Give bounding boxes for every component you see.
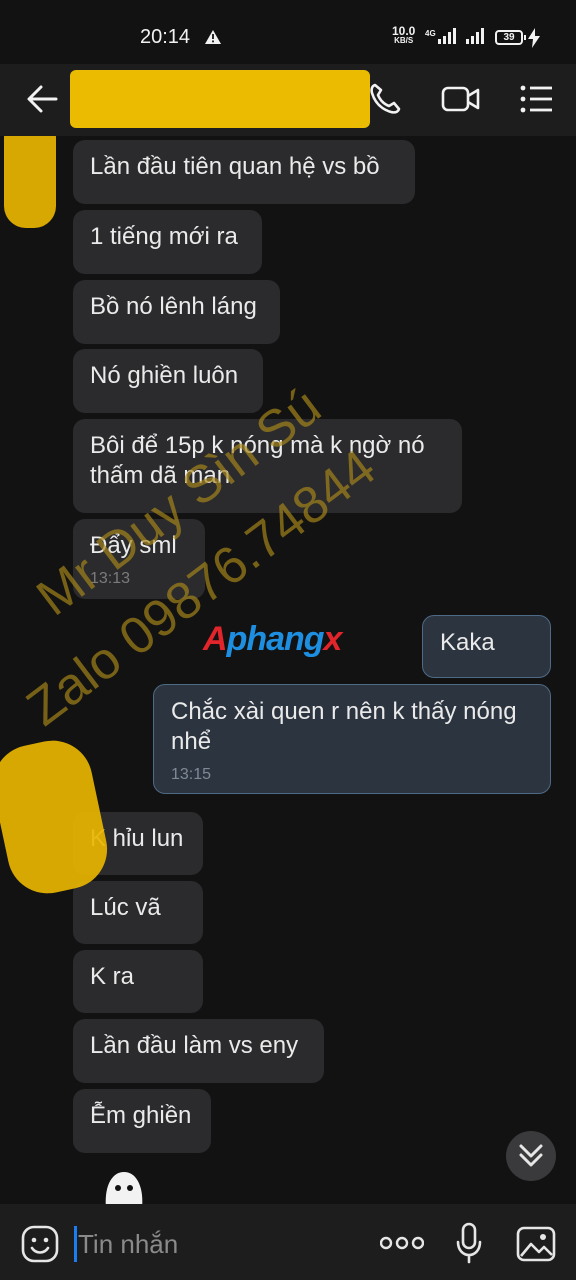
scroll-to-bottom-button[interactable] <box>506 1131 556 1181</box>
redaction-mark <box>0 733 115 901</box>
message-text: Bồ nó lênh láng <box>90 293 257 320</box>
phone-icon[interactable] <box>368 82 402 116</box>
video-call-icon[interactable] <box>441 84 481 114</box>
message-text: Kaka <box>440 629 495 656</box>
message-bubble[interactable]: K ra <box>73 950 203 1013</box>
message-bubble[interactable]: Lần đầu làm vs eny <box>73 1019 324 1083</box>
message-bubble[interactable]: Kaka <box>422 615 551 678</box>
signal-icon <box>466 28 484 44</box>
battery-level: 39 <box>503 32 515 43</box>
logo-part: phang <box>226 620 325 658</box>
logo-part: A <box>203 620 228 658</box>
net-speed-unit: KB/S <box>394 36 414 45</box>
warning-icon <box>205 30 221 44</box>
status-time: 20:14 <box>140 26 191 48</box>
message-text: Lần đầu tiên quan hệ vs bồ <box>90 153 380 180</box>
text-cursor <box>74 1226 77 1262</box>
chat-header <box>0 64 576 136</box>
svg-text:4G: 4G <box>425 29 436 38</box>
message-text: Bôi để 15p k nóng mà k ngờ nó thấm dã ma… <box>90 432 425 489</box>
message-bubble[interactable]: 1 tiếng mới ra <box>73 210 262 274</box>
message-bubble[interactable]: Lần đầu tiên quan hệ vs bồ <box>73 140 415 204</box>
double-chevron-down-icon <box>519 1144 543 1167</box>
charging-icon <box>528 28 540 48</box>
message-text: 1 tiếng mới ra <box>90 223 238 250</box>
contact-name-redacted[interactable] <box>70 70 370 128</box>
message-text: K ra <box>90 963 135 990</box>
status-bar: 20:14 10.0 KB/S 4G 39 <box>0 0 576 64</box>
message-bubble[interactable]: Lúc vã <box>73 881 203 944</box>
message-text: Ễm ghiền <box>90 1102 192 1129</box>
emoji-icon[interactable] <box>20 1224 60 1264</box>
message-composer <box>0 1204 576 1280</box>
message-bubble[interactable]: Bồ nó lênh láng <box>73 280 280 344</box>
message-text: Đẩy sml <box>90 532 177 559</box>
logo-part: x <box>323 620 343 658</box>
microphone-icon[interactable] <box>455 1222 483 1264</box>
message-bubble[interactable]: Nó ghiền luôn <box>73 349 263 413</box>
battery-icon: 39 <box>495 30 526 45</box>
message-text: Lúc vã <box>90 894 161 921</box>
message-bubble[interactable]: Bôi để 15p k nóng mà k ngờ nó thấm dã ma… <box>73 419 462 513</box>
message-time: 13:13 <box>90 570 131 587</box>
message-text: Lần đầu làm vs eny <box>90 1032 299 1059</box>
message-bubble[interactable]: Đẩy sml 13:13 <box>73 519 205 599</box>
chat-messages[interactable]: Lần đầu tiên quan hệ vs bồ 1 tiếng mới r… <box>0 136 576 1204</box>
message-time: 13:15 <box>171 766 212 783</box>
message-bubble[interactable]: Ễm ghiền <box>73 1089 211 1153</box>
net-speed: 10.0 KB/S <box>392 24 416 45</box>
menu-icon[interactable] <box>520 84 554 114</box>
back-arrow-icon[interactable] <box>26 84 58 114</box>
avatar-sticker <box>105 1172 143 1204</box>
signal-4g-icon: 4G <box>425 28 456 44</box>
message-input[interactable] <box>78 1226 338 1262</box>
redaction-mark <box>4 136 56 228</box>
net-speed-value: 10.0 <box>392 24 416 38</box>
more-options-icon[interactable] <box>380 1236 424 1250</box>
image-gallery-icon[interactable] <box>516 1226 556 1262</box>
message-text: Nó ghiền luôn <box>90 362 239 389</box>
message-bubble[interactable]: Chắc xài quen r nên k thấy nóng nhể 13:15 <box>153 684 551 794</box>
watermark-logo: Aphangx <box>203 620 343 659</box>
message-text: Chắc xài quen r nên k thấy nóng nhể <box>171 698 517 755</box>
